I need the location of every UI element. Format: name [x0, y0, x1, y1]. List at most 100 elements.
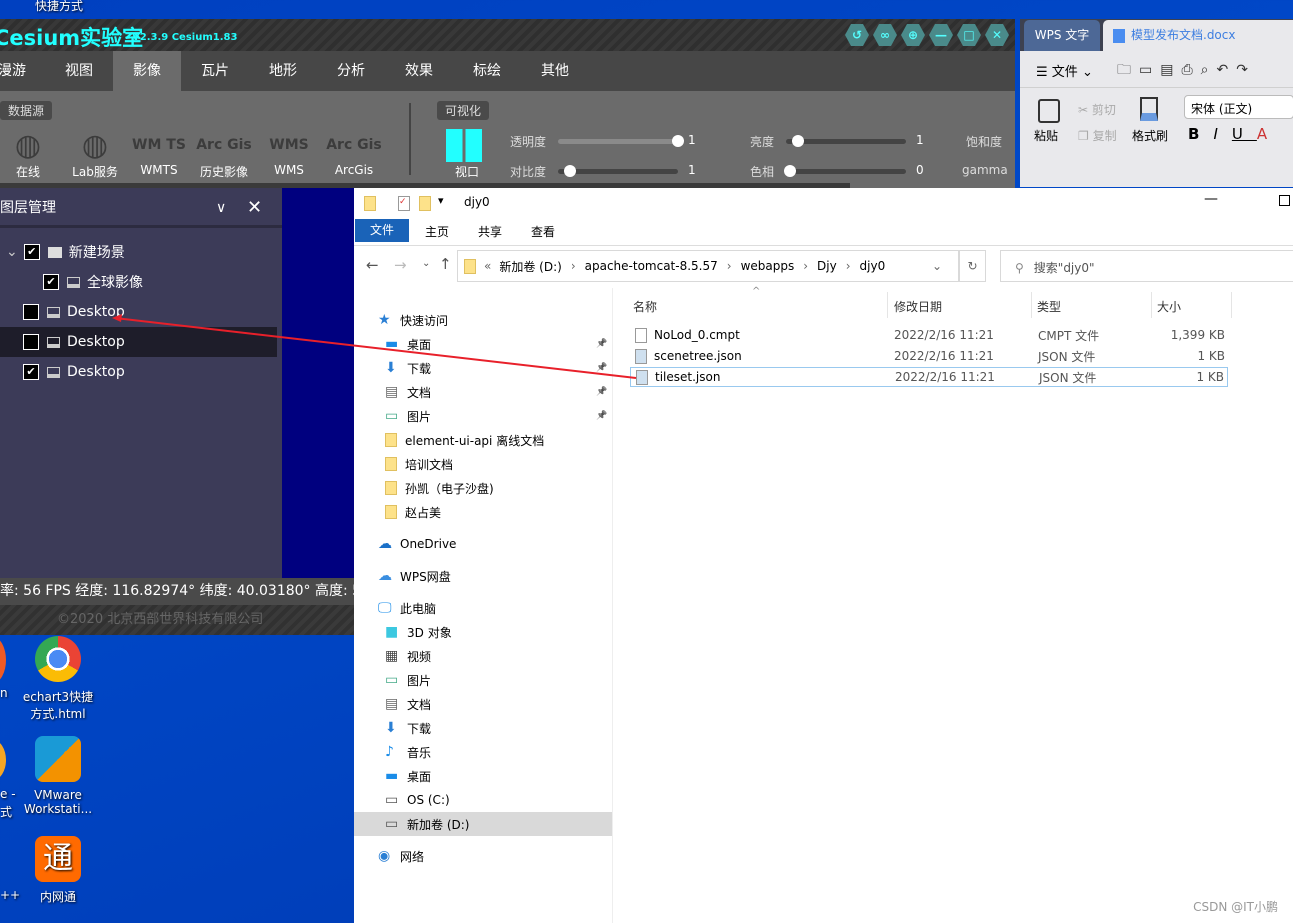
ribbon-tab-share[interactable]: 共享	[478, 223, 502, 240]
address-bar[interactable]: « 新加卷 (D:) › apache-tomcat-8.5.57 › webapp…	[457, 250, 959, 282]
checkbox[interactable]: ✔	[43, 274, 59, 290]
paste-button[interactable]: 粘贴	[1034, 127, 1058, 144]
nav-item[interactable]: ▬ 桌面 📌	[354, 332, 612, 356]
menu-view[interactable]: 视图	[45, 51, 113, 91]
font-style-buttons[interactable]: BIUA	[1188, 125, 1281, 143]
wps-file-menu[interactable]: ☰ 文件 ⌄	[1036, 61, 1093, 80]
nav-item[interactable]: element-ui-api 离线文档	[354, 428, 612, 452]
menu-effects[interactable]: 效果	[385, 51, 453, 91]
nav-item[interactable]: 孙凯（电子沙盘)	[354, 476, 612, 500]
collapse-icon[interactable]: ∨	[216, 188, 226, 228]
nav-item[interactable]: 培训文档	[354, 452, 612, 476]
back-icon[interactable]: ←	[366, 256, 379, 274]
wps-doc-tab[interactable]: 模型发布文档.docx	[1103, 20, 1293, 51]
slider-knob[interactable]	[672, 135, 684, 147]
overflow-icon[interactable]: «	[484, 259, 491, 273]
pin-icon[interactable]: 📌	[596, 387, 607, 397]
online-button[interactable]: ◍ 在线	[0, 127, 58, 180]
close-icon[interactable]: ✕	[985, 24, 1009, 46]
customize-icon[interactable]: ▾	[438, 194, 444, 207]
nav-item[interactable]: ■ 3D 对象	[354, 620, 612, 644]
checkbox[interactable]: ✔	[23, 244, 40, 260]
brightness-slider[interactable]	[786, 135, 906, 147]
hue-slider[interactable]	[784, 165, 906, 177]
format-painter-button[interactable]: 格式刷	[1132, 127, 1168, 144]
cut-button[interactable]: ✂ 剪切	[1078, 101, 1116, 118]
maximize-icon[interactable]: □	[957, 24, 981, 46]
breadcrumb-item[interactable]: djy0	[860, 259, 886, 273]
quick-access-icons[interactable]: 🗀▭▤⎙⌕↶↷	[1117, 59, 1256, 83]
refresh-icon[interactable]: ↻	[959, 250, 986, 282]
app-icon[interactable]	[0, 740, 6, 780]
slider-knob[interactable]	[792, 135, 804, 147]
pin-icon[interactable]: 📌	[596, 411, 607, 421]
layer-item[interactable]: Desktop	[0, 297, 277, 327]
menu-terrain[interactable]: 地形	[249, 51, 317, 91]
font-select[interactable]: 宋体 (正文)	[1184, 95, 1293, 119]
checkbox[interactable]	[23, 334, 39, 350]
nav-item[interactable]: 🖵 此电脑	[354, 596, 612, 620]
nav-item[interactable]: ◉ 网络	[354, 844, 612, 868]
up-icon[interactable]: ↑	[439, 255, 452, 273]
file-row[interactable]: NoLod_0.cmpt 2022/2/16 11:21 CMPT 文件 1,399 …	[630, 325, 1228, 345]
ribbon-tab-file[interactable]: 文件	[355, 219, 409, 242]
maximize-button[interactable]	[1279, 195, 1290, 206]
arcgis-button[interactable]: Arc Gis ArcGis	[324, 127, 384, 177]
viewport-split-icon[interactable]	[446, 129, 482, 162]
menu-imagery[interactable]: 影像	[113, 51, 181, 91]
menu-tiles[interactable]: 瓦片	[181, 51, 249, 91]
slider-knob[interactable]	[784, 165, 796, 177]
nav-item[interactable]: ▬ 桌面	[354, 764, 612, 788]
copy-button[interactable]: ❐ 复制	[1078, 127, 1117, 144]
wms-button[interactable]: WMS WMS	[259, 127, 319, 177]
link-icon[interactable]: ∞	[873, 24, 897, 46]
desktop-shortcut-neiwangtong[interactable]: 通内网通	[18, 836, 98, 905]
desktop-shortcut-echart[interactable]: echart3快捷方式.html	[18, 636, 98, 722]
nav-item[interactable]: ★ 快速访问	[354, 308, 612, 332]
column-name[interactable]: 名称	[633, 298, 657, 315]
globe-icon[interactable]: ⊕	[901, 24, 925, 46]
opacity-slider[interactable]	[558, 135, 684, 147]
nav-item[interactable]: ▤ 文档	[354, 692, 612, 716]
paste-icon[interactable]	[1038, 99, 1060, 123]
breadcrumb-item[interactable]: 新加卷 (D:)	[499, 258, 561, 275]
pin-icon[interactable]: 📌	[596, 339, 607, 349]
pin-icon[interactable]: 📌	[596, 363, 607, 373]
menu-roam[interactable]: 漫游	[0, 51, 46, 91]
column-type[interactable]: 类型	[1037, 298, 1061, 315]
close-icon[interactable]: ✕	[247, 188, 262, 228]
app-icon[interactable]	[0, 637, 6, 683]
recent-dropdown-icon[interactable]: ⌄	[422, 258, 430, 269]
lab-service-button[interactable]: ◍ Lab服务	[65, 127, 125, 180]
layer-item[interactable]: ✔ 全球影像	[0, 267, 277, 297]
pane-divider[interactable]	[612, 288, 613, 923]
breadcrumb-item[interactable]: webapps	[741, 259, 795, 273]
history-imagery-button[interactable]: Arc Gis 历史影像	[194, 127, 254, 180]
nav-item[interactable]: ▭ 图片 📌	[354, 404, 612, 428]
expand-icon[interactable]: ⌄	[6, 244, 18, 260]
minimize-button[interactable]: —	[1204, 191, 1218, 207]
nav-item[interactable]: ☁ WPS网盘	[354, 564, 612, 588]
slider-knob[interactable]	[564, 165, 576, 177]
search-input[interactable]: ⚲ 搜索"djy0"	[1000, 250, 1293, 282]
menu-analysis[interactable]: 分析	[317, 51, 385, 91]
address-dropdown-icon[interactable]: ⌄	[932, 259, 942, 273]
breadcrumb-item[interactable]: Djy	[817, 259, 837, 273]
nav-item[interactable]: ⬇ 下载	[354, 716, 612, 740]
nav-item[interactable]: ☁ OneDrive	[354, 532, 612, 556]
menu-other[interactable]: 其他	[521, 51, 589, 91]
layer-item[interactable]: Desktop	[0, 327, 277, 357]
ribbon-tab-view[interactable]: 查看	[531, 223, 555, 240]
minimize-icon[interactable]: —	[929, 24, 953, 46]
wps-app-tab[interactable]: WPS 文字	[1024, 20, 1100, 51]
desktop-shortcut-vmware[interactable]: VMware Workstati...	[18, 736, 98, 816]
nav-item[interactable]: ▤ 文档 📌	[354, 380, 612, 404]
globe-viewport[interactable]	[282, 188, 354, 578]
nav-item[interactable]: ▭ OS (C:)	[354, 788, 612, 812]
file-row[interactable]: tileset.json 2022/2/16 11:21 JSON 文件 1 KB	[630, 367, 1228, 387]
nav-item[interactable]: ▭ 图片	[354, 668, 612, 692]
breadcrumb-item[interactable]: apache-tomcat-8.5.57	[585, 259, 718, 273]
nav-item[interactable]: 赵占美	[354, 500, 612, 524]
format-painter-icon[interactable]	[1140, 97, 1158, 121]
new-folder-icon[interactable]	[419, 196, 431, 211]
